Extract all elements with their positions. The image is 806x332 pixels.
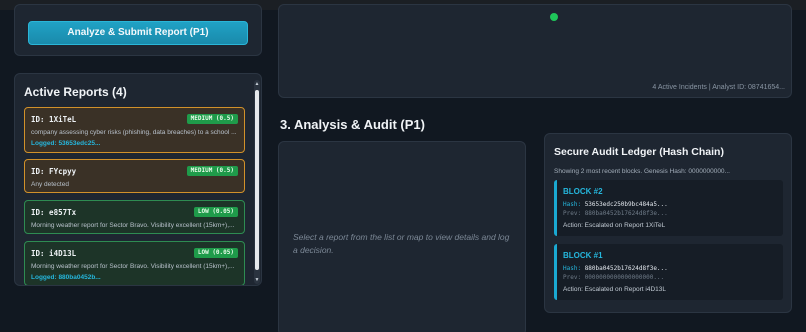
block-prev-row: Prev: 880ba0452b17624d8f3e... <box>563 210 668 217</box>
hash-label: Hash: <box>563 265 582 272</box>
report-card[interactable]: ID: 1XiTeL MEDIUM (0.5) company assessin… <box>24 107 245 153</box>
block-action: Action: Escalated on Report 1XiTeL <box>563 222 666 229</box>
block-action: Action: Escalated on Report i4D13L <box>563 286 666 293</box>
scrollbar-thumb[interactable] <box>255 90 259 270</box>
scroll-down-arrow-icon[interactable]: ▼ <box>254 277 260 283</box>
prev-label: Prev: <box>563 210 582 217</box>
report-card[interactable]: ID: e857Tx LOW (0.05) Morning weather re… <box>24 200 245 234</box>
active-reports-title: Active Reports (4) <box>24 85 127 99</box>
submit-panel: Analyze & Submit Report (P1) <box>14 4 262 56</box>
prev-label: Prev: <box>563 274 582 281</box>
detail-placeholder-text: Select a report from the list or map to … <box>293 232 510 255</box>
active-reports-panel: Active Reports (4) ID: 1XiTeL MEDIUM (0.… <box>14 73 262 286</box>
report-description: Any detected <box>31 181 69 188</box>
report-logged-hash: Logged: 53653edc25... <box>31 140 101 147</box>
prev-value: 0000000000000000000... <box>584 274 665 281</box>
hash-label: Hash: <box>563 201 582 208</box>
block-title: BLOCK #1 <box>563 251 603 260</box>
report-card[interactable]: ID: FYcpyy MEDIUM (0.5) Any detected <box>24 159 245 193</box>
report-description: Morning weather report for Sector Bravo.… <box>31 222 235 229</box>
report-detail-panel: Select a report from the list or map to … <box>278 141 526 332</box>
report-id: ID: FYcpyy <box>31 167 77 176</box>
ledger-block: BLOCK #1 Hash: 880ba0452b17624d8f3e... P… <box>554 244 783 300</box>
incident-map[interactable]: 4 Active Incidents | Analyst ID: 0874165… <box>278 4 792 98</box>
analysis-section-title: 3. Analysis & Audit (P1) <box>280 117 425 132</box>
severity-badge: MEDIUM (0.5) <box>186 166 238 176</box>
block-hash-row: Hash: 53653edc250b9bc484a5... <box>563 201 668 208</box>
block-title: BLOCK #2 <box>563 187 603 196</box>
severity-badge: LOW (0.05) <box>193 248 238 258</box>
report-id: ID: e857Tx <box>31 208 77 217</box>
hash-value: 53653edc250b9bc484a5... <box>584 201 668 208</box>
report-id: ID: i4D13L <box>31 249 77 258</box>
report-description: Morning weather report for Sector Bravo.… <box>31 263 235 270</box>
hash-value: 880ba0452b17624d8f3e... <box>584 265 668 272</box>
scroll-up-arrow-icon[interactable]: ▲ <box>254 81 260 87</box>
severity-badge: MEDIUM (0.5) <box>186 114 238 124</box>
report-description: company assessing cyber risks (phishing,… <box>31 129 237 136</box>
report-card[interactable]: ID: i4D13L LOW (0.05) Morning weather re… <box>24 241 245 285</box>
block-prev-row: Prev: 0000000000000000000... <box>563 274 664 281</box>
ledger-title: Secure Audit Ledger (Hash Chain) <box>554 146 724 158</box>
ledger-block: BLOCK #2 Hash: 53653edc250b9bc484a5... P… <box>554 180 783 236</box>
prev-value: 880ba0452b17624d8f3e... <box>584 210 668 217</box>
audit-ledger-panel: Secure Audit Ledger (Hash Chain) Showing… <box>544 133 792 313</box>
reports-scrollbar[interactable]: ▲ ▼ <box>254 80 260 284</box>
map-status-text: 4 Active Incidents | Analyst ID: 0874165… <box>652 84 785 91</box>
report-logged-hash: Logged: 880ba0452b... <box>31 274 101 281</box>
incident-marker[interactable] <box>550 13 558 21</box>
severity-badge: LOW (0.05) <box>193 207 238 217</box>
report-id: ID: 1XiTeL <box>31 115 77 124</box>
analyze-submit-button[interactable]: Analyze & Submit Report (P1) <box>28 21 248 45</box>
ledger-info: Showing 2 most recent blocks. Genesis Ha… <box>554 168 730 175</box>
block-hash-row: Hash: 880ba0452b17624d8f3e... <box>563 265 668 272</box>
